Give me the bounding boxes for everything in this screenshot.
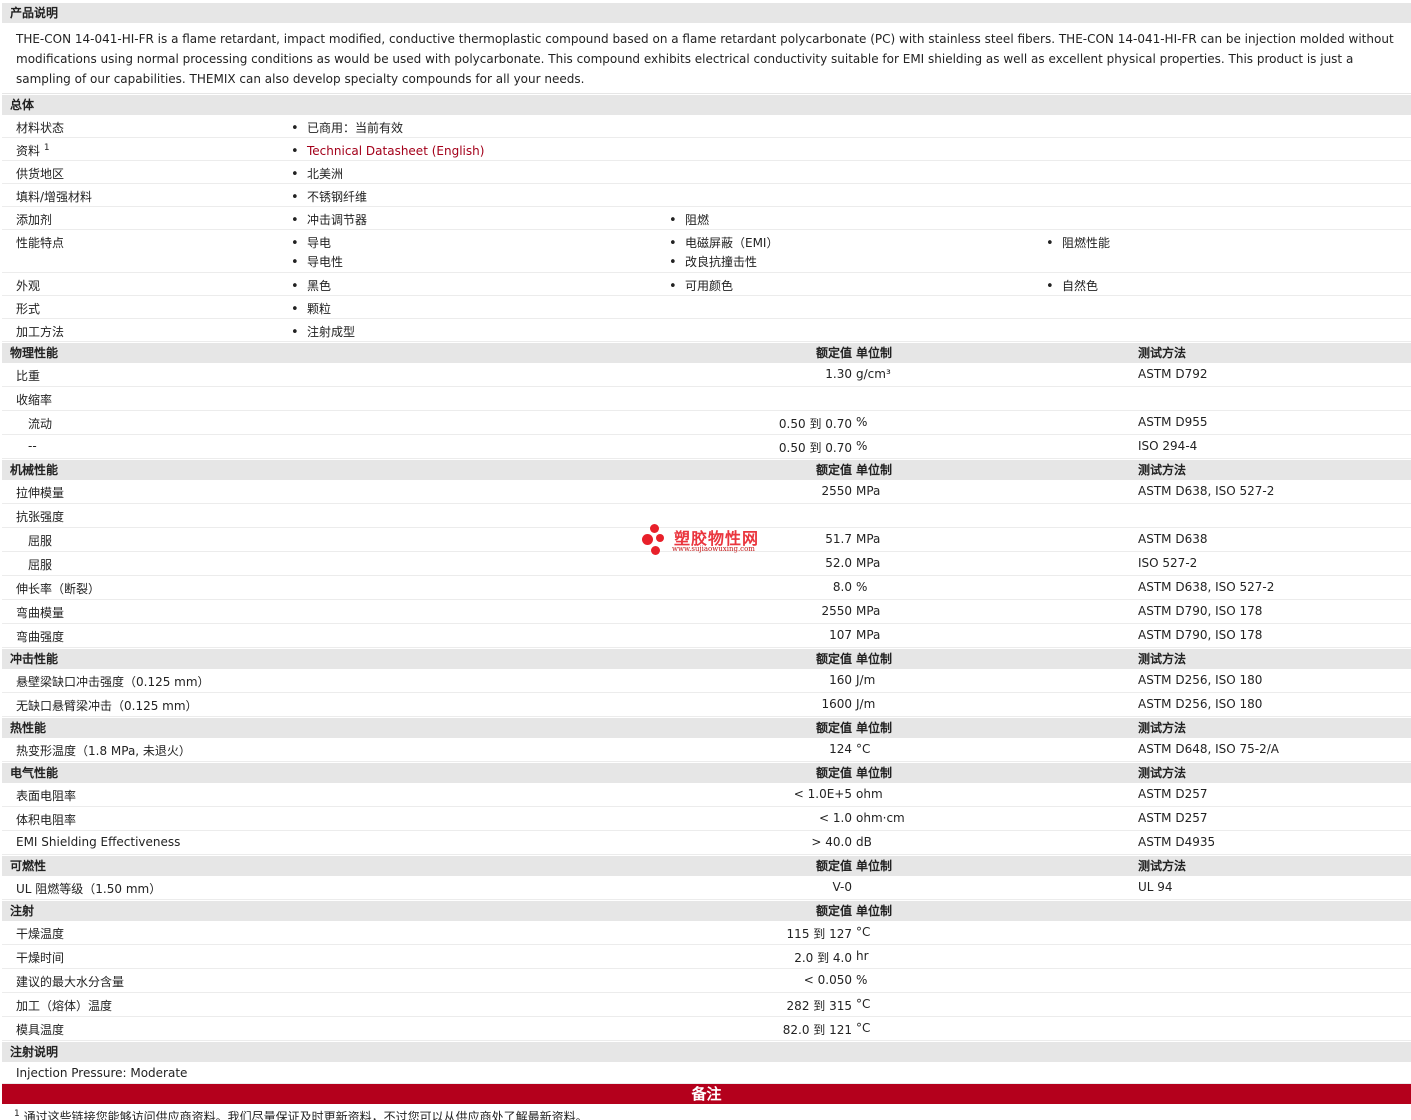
watermark-url: www.sujiaowuxing.com (672, 545, 755, 553)
datasheet: 产品说明 THE-CON 14-041-HI-FR is a flame ret… (2, 2, 1411, 1120)
section-header-injection-notes: 注射说明 (2, 1041, 1411, 1062)
table-row: 收缩率 (2, 387, 1411, 411)
watermark-logo: 塑胶物性网 www.sujiaowuxing.com (642, 522, 782, 560)
section-header-injection: 注射 额定值 单位制 (2, 900, 1411, 921)
table-row: 体积电阻率 < 1.0 ohm·cm ASTM D257 (2, 807, 1411, 831)
section-header-general: 总体 (2, 94, 1411, 115)
table-row: 流动 0.50 到 0.70% ASTM D955 (2, 411, 1411, 435)
general-row-features: 性能特点 导电导电性 电磁屏蔽（EMI）改良抗撞击性 阻燃性能 (2, 230, 1411, 273)
table-row: 拉伸模量 2550 MPa ASTM D638, ISO 527-2 (2, 480, 1411, 504)
general-row-additive: 添加剂 冲击调节器 阻燃 (2, 207, 1411, 230)
section-header-thermal: 热性能 额定值 单位制 测试方法 (2, 717, 1411, 738)
section-header-impact: 冲击性能 额定值 单位制 测试方法 (2, 648, 1411, 669)
general-row-appearance: 外观 黑色 可用颜色 自然色 (2, 273, 1411, 296)
section-header-description: 产品说明 (2, 2, 1411, 23)
table-row: 加工（熔体）温度 282 到 315 °C (2, 993, 1411, 1017)
section-header-flammability: 可燃性 额定值 单位制 测试方法 (2, 855, 1411, 876)
general-row-form: 形式 颗粒 (2, 296, 1411, 319)
table-row: 模具温度 82.0 到 121 °C (2, 1017, 1411, 1041)
table-row: 悬壁梁缺口冲击强度（0.125 mm） 160 J/m ASTM D256, ISO … (2, 669, 1411, 693)
table-row: 建议的最大水分含量 < 0.050% (2, 969, 1411, 993)
table-row: 比重 1.30 g/cm³ ASTM D792 (2, 363, 1411, 387)
table-row: 表面电阻率 < 1.0E+5 ohm ASTM D257 (2, 783, 1411, 807)
section-header-electrical: 电气性能 额定值 单位制 测试方法 (2, 762, 1411, 783)
product-description: THE-CON 14-041-HI-FR is a flame retardan… (2, 23, 1411, 94)
table-row: 无缺口悬臂梁冲击（0.125 mm） 1600 J/m ASTM D256, ISO … (2, 693, 1411, 717)
footnote: 1 通过这些链接您能够访问供应商资料。我们尽量保证及时更新资料，不过您可以从供应… (14, 1109, 588, 1120)
table-row: -- 0.50 到 0.70% ISO 294-4 (2, 435, 1411, 459)
bullet-item: 已商用：当前有效 (290, 119, 403, 138)
table-row: 热变形温度（1.8 MPa, 未退火） 124 °C ASTM D648, ISO 7… (2, 738, 1411, 762)
general-row-region: 供货地区 北美洲 (2, 161, 1411, 184)
section-header-physical: 物理性能 额定值 单位制 测试方法 (2, 342, 1411, 363)
table-row: UL 阻燃等级（1.50 mm） V-0 UL 94 (2, 876, 1411, 900)
general-row-filler: 填料/增强材料 不锈钢纤维 (2, 184, 1411, 207)
section-header-mechanical: 机械性能 额定值 单位制 测试方法 (2, 459, 1411, 480)
table-row: 干燥温度 115 到 127 °C (2, 921, 1411, 945)
notes-bar: 备注 (2, 1084, 1411, 1104)
general-row-docs: 资料 1 Technical Datasheet (English) (2, 138, 1411, 161)
table-row: EMI Shielding Effectiveness > 40.0 dB ASTM … (2, 831, 1411, 855)
general-row-process: 加工方法 注射成型 (2, 319, 1411, 342)
table-row: 干燥时间 2.0 到 4.0 hr (2, 945, 1411, 969)
table-row: 伸长率（断裂） 8.0% ASTM D638, ISO 527-2 (2, 576, 1411, 600)
table-row: 弯曲模量 2550 MPa ASTM D790, ISO 178 (2, 600, 1411, 624)
technical-datasheet-link[interactable]: Technical Datasheet (English) (307, 144, 484, 158)
table-row: 弯曲强度 107 MPa ASTM D790, ISO 178 (2, 624, 1411, 648)
general-row-status: 材料状态 已商用：当前有效 (2, 115, 1411, 138)
